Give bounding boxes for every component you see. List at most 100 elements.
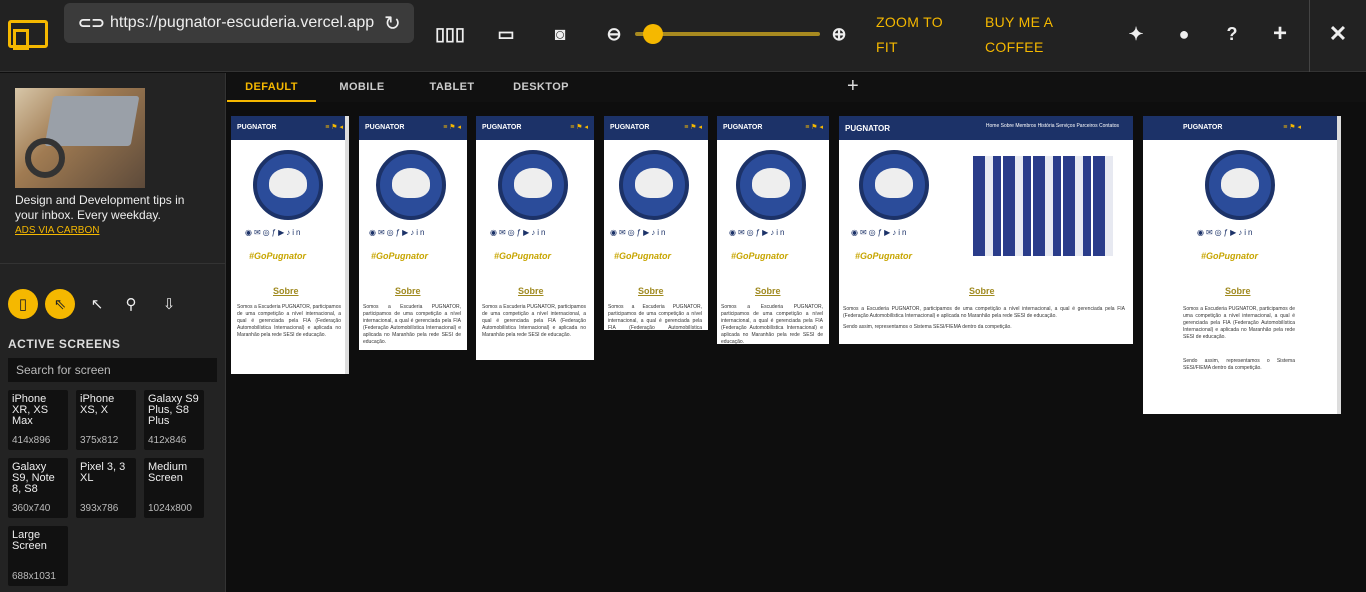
url-input[interactable]: https://pugnator-escuderia.vercel.app — [110, 14, 384, 32]
device-preview[interactable]: PUGNATOR ≡ ⚑ ◂ ◉✉◎ƒ▶♪in #GoPugnator Sobre… — [359, 116, 467, 350]
tablet-view-icon[interactable]: ▭ — [493, 20, 519, 48]
about-text: Somos a Escuderia PUGNATOR, participamos… — [1183, 306, 1295, 340]
social-icons[interactable]: ◉✉◎ƒ▶♪in — [369, 228, 427, 237]
device-card[interactable]: Pixel 3, 3 XL 393x786 — [76, 458, 136, 518]
ads-via-carbon-link[interactable]: ADS VIA CARBON — [15, 225, 99, 236]
device-preview[interactable]: PUGNATOR ≡ ⚑ ◂ ◉✉◎ƒ▶♪in #GoPugnator Sobre… — [604, 116, 708, 330]
section-title: Sobre — [395, 286, 421, 296]
social-icons[interactable]: ◉✉◎ƒ▶♪in — [245, 228, 303, 237]
pugnator-logo — [253, 150, 323, 220]
social-icons[interactable]: ◉✉◎ƒ▶♪in — [610, 228, 668, 237]
toolbar-divider — [1309, 0, 1310, 72]
ad-text[interactable]: Design and Development tips in your inbo… — [15, 193, 205, 223]
menu-icon[interactable]: ≡ ⚑ ◂ — [684, 123, 702, 131]
device-preview[interactable]: PUGNATOR ≡ ⚑ ◂ ◉✉◎ƒ▶♪in #GoPugnator Sobre… — [476, 116, 594, 360]
device-size: 360x740 — [12, 503, 51, 514]
site-header: PUGNATOR ≡ ⚑ ◂ — [476, 116, 594, 140]
device-preview[interactable]: PUGNATOR Home Sobre Membros História Serv… — [839, 116, 1133, 344]
device-preview[interactable]: PUGNATOR ≡ ⚑ ◂ ◉✉◎ƒ▶♪in #GoPugnator Sobre… — [1143, 116, 1341, 414]
site-header: PUGNATOR ≡ ⚑ ◂ — [1143, 116, 1341, 140]
device-preview[interactable]: PUGNATOR ≡ ⚑ ◂ ◉✉◎ƒ▶♪in #GoPugnator Sobre… — [231, 116, 349, 374]
menu-icon[interactable]: ≡ ⚑ ◂ — [325, 123, 343, 131]
reload-icon[interactable]: ↻ — [384, 11, 414, 36]
device-card[interactable]: Galaxy S9, Note 8, S8 360x740 — [8, 458, 68, 518]
device-size: 688x1031 — [12, 571, 56, 582]
cursor-icon[interactable]: ↖ — [82, 289, 112, 319]
site-brand: PUGNATOR — [1183, 124, 1223, 131]
tagline: #GoPugnator — [494, 251, 552, 261]
zoom-to-fit-button[interactable]: ZOOM TO FIT — [876, 10, 956, 60]
tagline: #GoPugnator — [371, 251, 429, 261]
tagline: #GoPugnator — [1201, 251, 1259, 261]
ad-image[interactable] — [15, 88, 145, 188]
tab-default[interactable]: DEFAULT — [227, 73, 316, 102]
scrollbar[interactable] — [1337, 116, 1341, 414]
tagline: #GoPugnator — [614, 251, 672, 261]
device-name: iPhone XR, XS Max — [12, 393, 49, 427]
device-size: 412x846 — [148, 435, 187, 446]
github-icon[interactable]: ● — [1172, 20, 1196, 48]
preview-canvas: PUGNATOR ≡ ⚑ ◂ ◉✉◎ƒ▶♪in #GoPugnator Sobre… — [227, 102, 1366, 592]
about-text: Somos a Escuderia PUGNATOR, participamos… — [482, 304, 586, 338]
inspect-pointer-icon[interactable]: ⇖ — [45, 289, 75, 319]
twitter-icon[interactable]: ✦ — [1124, 20, 1148, 48]
site-brand: PUGNATOR — [610, 124, 650, 131]
tab-mobile[interactable]: MOBILE — [322, 73, 402, 102]
about-text: Somos a Escuderia PUGNATOR, participamos… — [721, 304, 823, 344]
device-size: 393x786 — [80, 503, 119, 514]
pugnator-logo — [376, 150, 446, 220]
tagline: #GoPugnator — [855, 251, 913, 261]
device-card[interactable]: Large Screen 688x1031 — [8, 526, 68, 586]
social-icons[interactable]: ◉✉◎ƒ▶♪in — [1197, 228, 1255, 237]
add-tab-icon[interactable]: + — [847, 75, 859, 98]
zoom-slider-handle[interactable] — [643, 24, 663, 44]
download-icon[interactable]: ⇩ — [154, 289, 184, 319]
columns-icon[interactable]: ▯▯▯ — [435, 20, 465, 48]
device-name: iPhone XS, X — [80, 393, 115, 416]
site-header: PUGNATOR ≡ ⚑ ◂ — [717, 116, 829, 140]
zoom-in-icon[interactable]: ⊕ — [828, 20, 850, 48]
site-brand: PUGNATOR — [845, 124, 891, 133]
url-bar[interactable]: ⊂⊃ https://pugnator-escuderia.vercel.app… — [64, 3, 414, 43]
device-card[interactable]: Medium Screen 1024x800 — [144, 458, 204, 518]
scrollbar[interactable] — [345, 116, 349, 374]
help-icon[interactable]: ? — [1220, 20, 1244, 48]
close-icon[interactable]: ✕ — [1326, 20, 1350, 48]
device-card[interactable]: iPhone XR, XS Max 414x896 — [8, 390, 68, 450]
sidebar: Design and Development tips in your inbo… — [0, 73, 226, 592]
about-text-2: Sendo assim, representamos o Sistema SES… — [1183, 358, 1295, 371]
tab-desktop[interactable]: DESKTOP — [502, 73, 580, 102]
site-nav[interactable]: Home Sobre Membros História Serviços Par… — [986, 123, 1119, 129]
search-icon[interactable]: ⚲ — [116, 289, 146, 319]
top-toolbar: ⊂⊃ https://pugnator-escuderia.vercel.app… — [0, 0, 1366, 72]
tab-tablet[interactable]: TABLET — [412, 73, 492, 102]
menu-icon[interactable]: ≡ ⚑ ◂ — [1283, 123, 1301, 131]
menu-icon[interactable]: ≡ ⚑ ◂ — [570, 123, 588, 131]
menu-icon[interactable]: ≡ ⚑ ◂ — [443, 123, 461, 131]
sidebar-divider — [0, 263, 226, 264]
menu-icon[interactable]: ≡ ⚑ ◂ — [805, 123, 823, 131]
device-mode-icon[interactable]: ▯ — [8, 289, 38, 319]
site-brand: PUGNATOR — [237, 124, 277, 131]
camera-icon[interactable]: ◙ — [548, 20, 572, 48]
add-icon[interactable]: + — [1268, 20, 1292, 48]
screen-search-input[interactable] — [8, 358, 217, 382]
site-header: PUGNATOR ≡ ⚑ ◂ — [359, 116, 467, 140]
device-card[interactable]: iPhone XS, X 375x812 — [76, 390, 136, 450]
zoom-out-icon[interactable]: ⊖ — [603, 20, 625, 48]
site-brand: PUGNATOR — [365, 124, 405, 131]
section-title: Sobre — [755, 286, 781, 296]
section-title: Sobre — [969, 286, 995, 296]
pugnator-logo — [859, 150, 929, 220]
site-brand: PUGNATOR — [482, 124, 522, 131]
social-icons[interactable]: ◉✉◎ƒ▶♪in — [851, 228, 909, 237]
device-preview[interactable]: PUGNATOR ≡ ⚑ ◂ ◉✉◎ƒ▶♪in #GoPugnator Sobre… — [717, 116, 829, 344]
site-header: PUGNATOR ≡ ⚑ ◂ — [604, 116, 708, 140]
device-card[interactable]: Galaxy S9 Plus, S8 Plus 412x846 — [144, 390, 204, 450]
social-icons[interactable]: ◉✉◎ƒ▶♪in — [729, 228, 787, 237]
tagline: #GoPugnator — [249, 251, 307, 261]
social-icons[interactable]: ◉✉◎ƒ▶♪in — [490, 228, 548, 237]
device-name: Galaxy S9, Note 8, S8 — [12, 461, 55, 495]
buy-coffee-link[interactable]: BUY ME A COFFEE — [985, 10, 1075, 60]
app-logo[interactable] — [8, 20, 48, 50]
